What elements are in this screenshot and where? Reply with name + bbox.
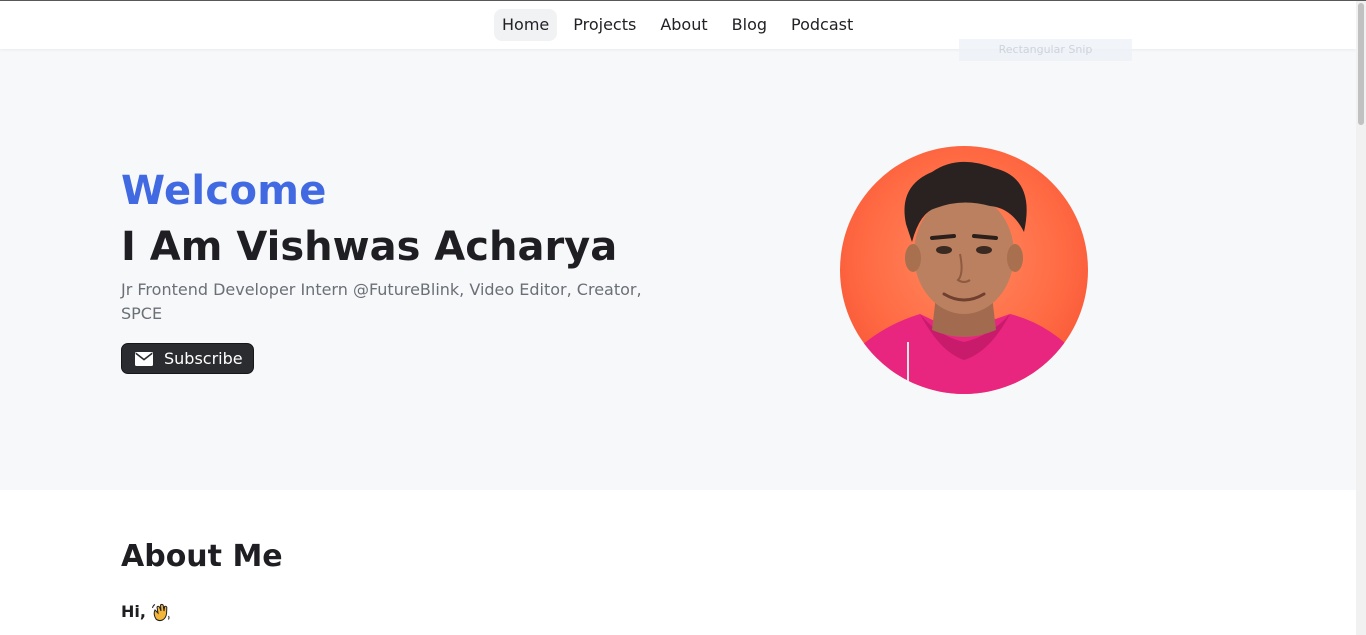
page-scrollbar[interactable] [1356,1,1366,635]
profile-photo [840,161,1088,394]
nav-item-about[interactable]: About [652,9,715,41]
about-greeting: Hi, [121,600,171,624]
about-title: About Me [121,539,283,574]
nav-item-blog[interactable]: Blog [724,9,775,41]
hero-name: I Am Vishwas Acharya [121,224,618,270]
waving-hand-icon [151,603,170,622]
nav-item-podcast[interactable]: Podcast [783,9,861,41]
subscribe-button[interactable]: Subscribe [121,343,254,374]
scrollbar-thumb[interactable] [1358,3,1364,125]
profile-avatar [840,146,1088,394]
nav-item-home[interactable]: Home [494,9,558,41]
hero-subtitle: Jr Frontend Developer Intern @FutureBlin… [121,280,642,323]
navbar: Home Projects About Blog Podcast [0,1,1356,49]
rectangular-snip-overlay: Rectangular Snip [959,39,1132,61]
hero-section: Welcome I Am Vishwas Acharya Jr Frontend… [0,49,1356,490]
nav-item-projects[interactable]: Projects [565,9,644,41]
about-greeting-text: Hi, [121,602,146,621]
nav-list: Home Projects About Blog Podcast [494,9,869,41]
mail-icon [135,351,153,366]
hero-welcome: Welcome [121,168,327,214]
subscribe-label: Subscribe [164,349,243,368]
about-section: About Me Hi, [0,490,1356,635]
